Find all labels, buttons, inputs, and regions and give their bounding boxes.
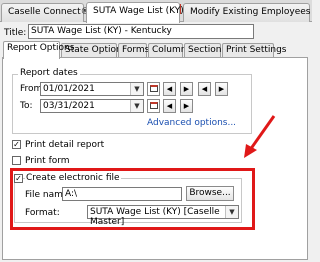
from-date-select[interactable]: 01/01/2021 ▼ — [40, 82, 144, 96]
arrow-right-icon: ▶ — [218, 85, 225, 93]
arrow-right-icon: ▶ — [183, 85, 190, 93]
to-date-select[interactable]: 03/31/2021 ▼ — [40, 99, 144, 113]
tab-caselle-connect[interactable]: Caselle Connect® — [1, 3, 90, 22]
arrow-left-icon: ◀ — [166, 85, 173, 93]
document-tab-bar: Caselle Connect® SUTA Wage List (KY) × M… — [0, 0, 312, 23]
highlight-box — [10, 168, 255, 230]
tab-modify-existing-employees[interactable]: Modify Existing Employees — [183, 3, 310, 22]
report-dates-legend: Report dates — [18, 68, 80, 78]
arrow-right-icon: ▶ — [183, 102, 190, 110]
tab-print-settings[interactable]: Print Settings — [222, 43, 286, 58]
tab-label: SUTA Wage List (KY) — [93, 6, 184, 16]
from-prev-button[interactable]: ◀ — [163, 82, 176, 96]
from-next-button[interactable]: ▶ — [180, 82, 193, 96]
title-input[interactable]: SUTA Wage List (KY) - Kentucky — [28, 24, 254, 39]
tab-report-options[interactable]: Report Options — [3, 41, 74, 59]
title-label: Title: — [4, 28, 27, 38]
tab-suta-wage-list[interactable]: SUTA Wage List (KY) — [86, 2, 184, 23]
from-range-prev-button[interactable]: ◀ — [198, 82, 211, 96]
dropdown-arrow-icon: ▼ — [130, 83, 143, 95]
from-calendar-button[interactable] — [147, 82, 160, 96]
annotation-arrow — [244, 115, 276, 158]
print-detail-label: Print detail report — [25, 140, 105, 150]
print-form-label: Print form — [25, 156, 70, 166]
arrow-left-icon: ◀ — [201, 85, 208, 93]
to-date-value: 03/31/2021 — [43, 101, 95, 111]
calendar-icon — [149, 102, 158, 109]
to-label: To: — [20, 101, 33, 111]
tab-sections[interactable]: Sections — [184, 43, 226, 58]
tab-columns[interactable]: Columns — [148, 43, 191, 58]
to-calendar-button[interactable] — [147, 99, 160, 113]
print-form-checkbox[interactable] — [12, 156, 21, 165]
calendar-icon — [149, 85, 158, 92]
print-detail-checkbox[interactable]: ✓ — [12, 140, 21, 149]
from-range-next-button[interactable]: ▶ — [215, 82, 228, 96]
advanced-options-link[interactable]: Advanced options... — [147, 118, 236, 128]
to-next-button[interactable]: ▶ — [180, 99, 193, 113]
tab-forms[interactable]: Forms — [118, 43, 149, 58]
dropdown-arrow-icon: ▼ — [130, 100, 143, 112]
arrow-left-icon: ◀ — [166, 102, 173, 110]
to-prev-button[interactable]: ◀ — [163, 99, 176, 113]
from-date-value: 01/01/2021 — [43, 84, 95, 94]
tab-label: Modify Existing Employees — [190, 7, 311, 17]
tab-label: Caselle Connect® — [8, 7, 90, 17]
